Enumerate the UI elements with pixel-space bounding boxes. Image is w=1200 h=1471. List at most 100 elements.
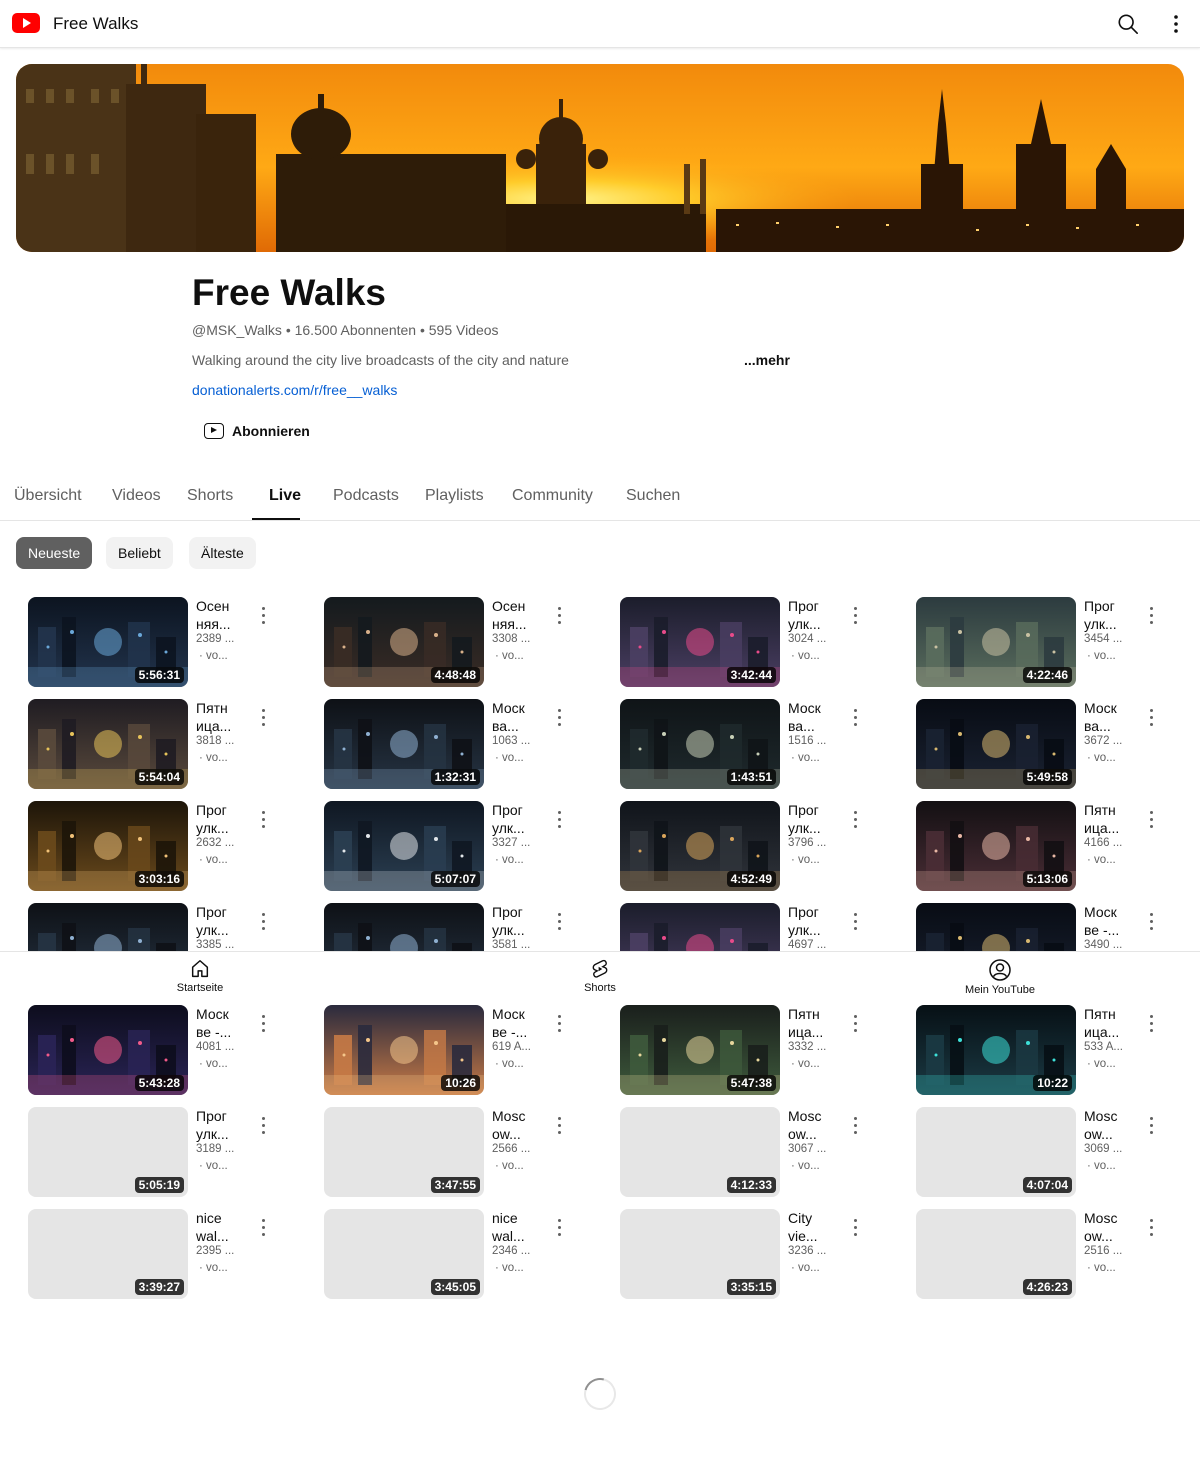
video-title[interactable]: Прог улк... <box>196 1107 246 1143</box>
video-menu-icon[interactable] <box>556 913 564 931</box>
video-menu-icon[interactable] <box>556 607 564 625</box>
video-thumbnail[interactable]: 4:07:04 <box>916 1107 1076 1197</box>
video-card[interactable]: 3:39:27 nice wal... 2395 ... · vo... <box>28 1209 298 1301</box>
channel-link[interactable]: donationalerts.com/r/free__walks <box>192 382 397 398</box>
video-thumbnail[interactable]: 3:35:15 <box>620 1209 780 1299</box>
video-card[interactable]: 4:07:04 Mosc ow... 3069 ... · vo... <box>916 1107 1186 1199</box>
video-card[interactable]: 5:13:06 Пятн ица... 4166 ... · vo... <box>916 801 1186 893</box>
video-card[interactable]: 4:12:33 Mosc ow... 3067 ... · vo... <box>620 1107 890 1199</box>
nav-home[interactable]: Startseite <box>140 958 260 994</box>
chip-newest[interactable]: Neueste <box>16 537 93 569</box>
video-title[interactable]: Моск ва... <box>492 699 542 735</box>
video-menu-icon[interactable] <box>852 709 860 727</box>
video-thumbnail[interactable]: 3:47:55 <box>324 1107 484 1197</box>
video-menu-icon[interactable] <box>852 811 860 829</box>
video-card[interactable]: 5:56:31 Осен няя... 2389 ... · vo... <box>28 597 298 689</box>
video-title[interactable]: Прог улк... <box>492 903 542 939</box>
nav-shorts[interactable]: Shorts <box>540 958 660 994</box>
video-menu-icon[interactable] <box>1148 913 1156 931</box>
tab-shorts[interactable]: Shorts <box>187 487 233 505</box>
video-thumbnail[interactable]: 4:22:46 <box>916 597 1076 687</box>
video-thumbnail[interactable]: 1:43:51 <box>620 699 780 789</box>
video-card[interactable]: 1:43:51 Моск ва... 1516 ... · vo... <box>620 699 890 791</box>
video-title[interactable]: Моск ве -... <box>196 1005 246 1041</box>
video-thumbnail[interactable]: 4:48:48 <box>324 597 484 687</box>
video-menu-icon[interactable] <box>556 1219 564 1237</box>
tab-live[interactable]: Live <box>269 487 301 505</box>
subscribe-button[interactable]: Abonnieren <box>196 414 318 448</box>
video-title[interactable]: Осен няя... <box>196 597 246 633</box>
video-menu-icon[interactable] <box>556 1117 564 1135</box>
more-button[interactable]: ...mehr <box>744 352 790 368</box>
tab-overview[interactable]: Übersicht <box>14 487 82 505</box>
video-title[interactable]: City vie... <box>788 1209 838 1245</box>
video-card[interactable]: 3:47:55 Mosc ow... 2566 ... · vo... <box>324 1107 594 1199</box>
video-title[interactable]: Прог улк... <box>1084 597 1134 633</box>
video-menu-icon[interactable] <box>260 1219 268 1237</box>
video-thumbnail[interactable]: 5:47:38 <box>620 1005 780 1095</box>
video-menu-icon[interactable] <box>1148 1117 1156 1135</box>
tab-playlists[interactable]: Playlists <box>425 487 484 505</box>
video-title[interactable]: Моск ва... <box>788 699 838 735</box>
video-card[interactable]: 10:22 Пятн ица... 533 A... · vo... <box>916 1005 1186 1097</box>
video-card[interactable]: 4:26:23 Mosc ow... 2516 ... · vo... <box>916 1209 1186 1301</box>
video-thumbnail[interactable]: 3:39:27 <box>28 1209 188 1299</box>
youtube-logo-icon[interactable] <box>12 13 40 33</box>
chip-oldest[interactable]: Älteste <box>189 537 256 569</box>
video-title[interactable]: Прог улк... <box>492 801 542 837</box>
video-menu-icon[interactable] <box>852 1015 860 1033</box>
video-thumbnail[interactable]: 3:42:44 <box>620 597 780 687</box>
video-card[interactable]: 5:05:19 Прог улк... 3189 ... · vo... <box>28 1107 298 1199</box>
tab-search[interactable]: Suchen <box>626 487 680 505</box>
video-title[interactable]: Прог улк... <box>788 597 838 633</box>
search-icon[interactable] <box>1117 13 1139 35</box>
video-thumbnail[interactable]: 4:52:49 <box>620 801 780 891</box>
video-menu-icon[interactable] <box>1148 811 1156 829</box>
video-menu-icon[interactable] <box>260 811 268 829</box>
video-menu-icon[interactable] <box>852 607 860 625</box>
video-title[interactable]: Прог улк... <box>788 801 838 837</box>
video-thumbnail[interactable]: 5:43:28 <box>28 1005 188 1095</box>
video-card[interactable]: 1:32:31 Моск ва... 1063 ... · vo... <box>324 699 594 791</box>
video-card[interactable]: 4:52:49 Прог улк... 3796 ... · vo... <box>620 801 890 893</box>
video-card[interactable]: 3:45:05 nice wal... 2346 ... · vo... <box>324 1209 594 1301</box>
video-thumbnail[interactable]: 5:07:07 <box>324 801 484 891</box>
video-thumbnail[interactable]: 5:54:04 <box>28 699 188 789</box>
video-card[interactable]: 5:49:58 Моск ва... 3672 ... · vo... <box>916 699 1186 791</box>
video-thumbnail[interactable]: 4:12:33 <box>620 1107 780 1197</box>
tab-podcasts[interactable]: Podcasts <box>333 487 399 505</box>
video-title[interactable]: Пятн ица... <box>1084 801 1134 837</box>
video-card[interactable]: 4:22:46 Прог улк... 3454 ... · vo... <box>916 597 1186 689</box>
video-thumbnail[interactable]: 10:26 <box>324 1005 484 1095</box>
video-menu-icon[interactable] <box>852 913 860 931</box>
video-title[interactable]: Моск ва... <box>1084 699 1134 735</box>
video-card[interactable]: 10:26 Моск ве -... 619 A... · vo... <box>324 1005 594 1097</box>
video-title[interactable]: nice wal... <box>196 1209 246 1245</box>
channel-description[interactable]: Walking around the city live broadcasts … <box>192 352 569 368</box>
more-vert-icon[interactable] <box>1166 13 1186 35</box>
video-title[interactable]: Моск ве -... <box>492 1005 542 1041</box>
video-title[interactable]: Mosc ow... <box>788 1107 838 1143</box>
tab-community[interactable]: Community <box>512 487 593 505</box>
video-title[interactable]: Прог улк... <box>196 801 246 837</box>
video-thumbnail[interactable]: 3:03:16 <box>28 801 188 891</box>
video-menu-icon[interactable] <box>556 811 564 829</box>
chip-popular[interactable]: Beliebt <box>106 537 173 569</box>
video-menu-icon[interactable] <box>1148 709 1156 727</box>
video-card[interactable]: 5:54:04 Пятн ица... 3818 ... · vo... <box>28 699 298 791</box>
video-thumbnail[interactable]: 10:22 <box>916 1005 1076 1095</box>
video-thumbnail[interactable]: 5:05:19 <box>28 1107 188 1197</box>
video-title[interactable]: Прог улк... <box>788 903 838 939</box>
video-title[interactable]: Прог улк... <box>196 903 246 939</box>
video-menu-icon[interactable] <box>260 913 268 931</box>
video-menu-icon[interactable] <box>260 607 268 625</box>
video-title[interactable]: Mosc ow... <box>492 1107 542 1143</box>
video-card[interactable]: 3:03:16 Прог улк... 2632 ... · vo... <box>28 801 298 893</box>
video-title[interactable]: Пятн ица... <box>1084 1005 1134 1041</box>
video-title[interactable]: Пятн ица... <box>196 699 246 735</box>
tab-videos[interactable]: Videos <box>112 487 161 505</box>
video-card[interactable]: 5:47:38 Пятн ица... 3332 ... · vo... <box>620 1005 890 1097</box>
nav-account[interactable]: Mein YouTube <box>940 958 1060 996</box>
video-menu-icon[interactable] <box>852 1117 860 1135</box>
video-card[interactable]: 3:35:15 City vie... 3236 ... · vo... <box>620 1209 890 1301</box>
